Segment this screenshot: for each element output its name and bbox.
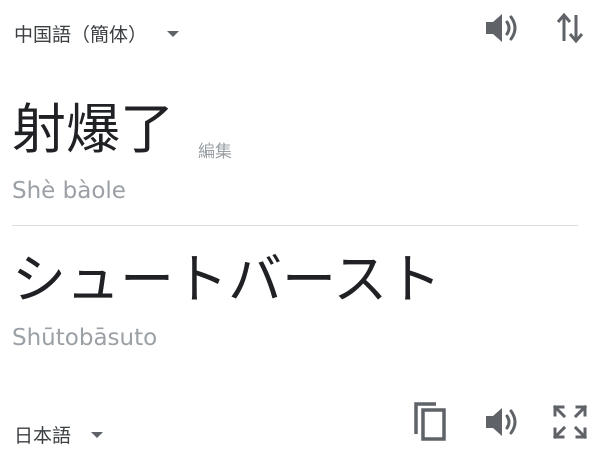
source-language-label: 中国語（簡体） [14,24,148,46]
swap-languages-icon[interactable] [550,8,590,48]
target-caret-down-icon [91,431,104,438]
source-caret-down-icon [167,30,180,37]
target-language-select[interactable]: 日本語 [14,421,104,448]
target-speaker-icon[interactable] [482,402,522,442]
target-romanization: Shūtobāsuto [12,325,158,351]
fullscreen-icon[interactable] [550,402,590,442]
source-romanization: Shè bàole [12,178,126,204]
source-speaker-icon[interactable] [482,8,522,48]
copy-icon[interactable] [410,401,450,441]
edit-link[interactable]: 編集 [198,137,232,162]
target-language-label: 日本語 [14,425,72,447]
divider [12,225,578,226]
source-language-select[interactable]: 中国語（簡体） [14,20,180,47]
source-text: 射爆了 [12,98,174,161]
target-text: シュートバースト [12,248,442,311]
